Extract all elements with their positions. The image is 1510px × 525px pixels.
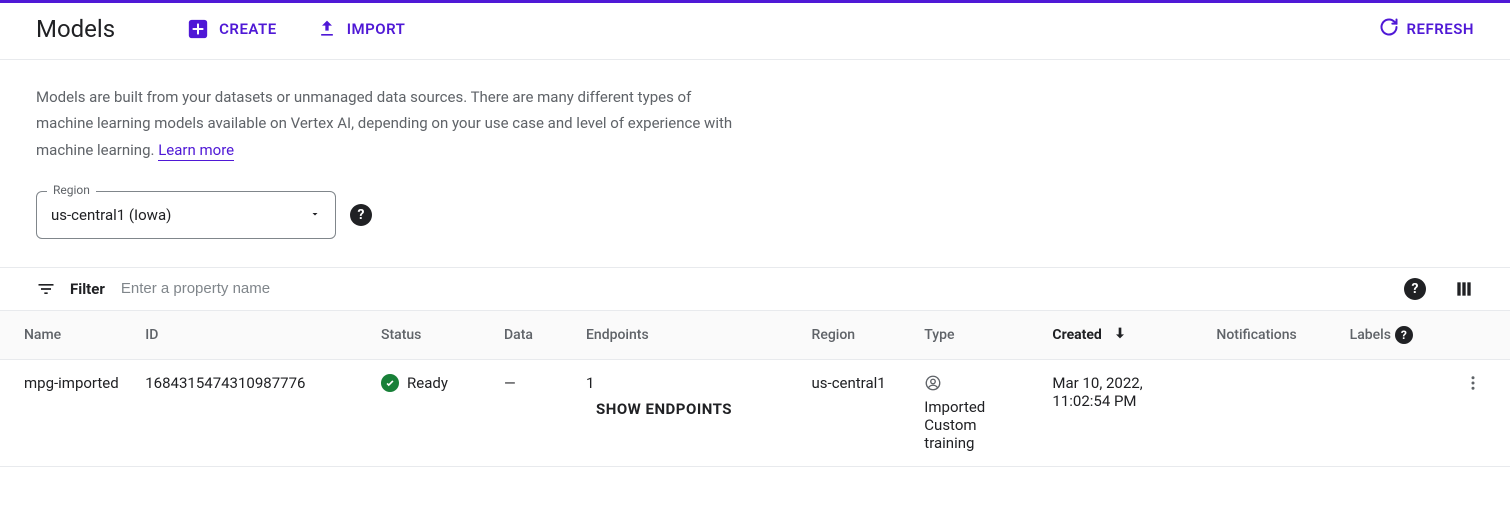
column-display-icon[interactable] xyxy=(1454,279,1474,299)
header-actions: CREATE IMPORT xyxy=(187,18,405,40)
status-text: Ready xyxy=(407,374,448,392)
filter-bar: Filter ? xyxy=(0,267,1510,311)
cell-region: us-central1 xyxy=(800,359,913,466)
filter-input[interactable] xyxy=(119,279,519,298)
models-table: Name ID Status Data Endpoints Region Typ… xyxy=(0,311,1510,467)
user-circle-icon xyxy=(924,374,942,392)
sort-descending-icon xyxy=(1112,325,1128,345)
col-status[interactable]: Status xyxy=(369,311,492,360)
cell-data: — xyxy=(492,359,574,466)
table-header-row: Name ID Status Data Endpoints Region Typ… xyxy=(0,311,1510,360)
cell-type: Imported Custom training xyxy=(912,359,1040,466)
body-section: Models are built from your datasets or u… xyxy=(0,60,1510,247)
cell-notifications xyxy=(1204,359,1337,466)
col-endpoints[interactable]: Endpoints xyxy=(574,311,800,360)
col-labels-label: Labels xyxy=(1350,327,1391,343)
cell-actions xyxy=(1450,359,1510,466)
region-value: us-central1 (Iowa) xyxy=(51,206,171,224)
learn-more-link[interactable]: Learn more xyxy=(158,141,234,161)
refresh-icon xyxy=(1379,17,1399,41)
page-title: Models xyxy=(36,15,115,43)
col-id[interactable]: ID xyxy=(133,311,369,360)
plus-box-icon xyxy=(187,18,209,40)
col-notifications[interactable]: Notifications xyxy=(1204,311,1337,360)
filter-help-icon[interactable]: ? xyxy=(1404,278,1426,300)
cell-created: Mar 10, 2022, 11:02:54 PM xyxy=(1040,359,1204,466)
col-labels[interactable]: Labels ? xyxy=(1338,311,1451,360)
status-ready-icon xyxy=(381,374,399,392)
col-created-label: Created xyxy=(1052,327,1101,343)
refresh-label: REFRESH xyxy=(1407,20,1475,38)
cell-status: Ready xyxy=(369,359,492,466)
more-actions-button[interactable] xyxy=(1464,374,1482,392)
import-label: IMPORT xyxy=(347,20,406,38)
col-created[interactable]: Created xyxy=(1040,311,1204,360)
endpoints-count: 1 xyxy=(586,374,788,392)
region-row: Region us-central1 (Iowa) ? xyxy=(36,191,1474,239)
region-field-label: Region xyxy=(47,183,96,197)
labels-help-icon[interactable]: ? xyxy=(1395,326,1413,344)
create-button[interactable]: CREATE xyxy=(187,18,277,40)
refresh-button[interactable]: REFRESH xyxy=(1379,17,1475,41)
col-data[interactable]: Data xyxy=(492,311,574,360)
col-region[interactable]: Region xyxy=(800,311,913,360)
create-label: CREATE xyxy=(219,20,277,38)
region-help-icon[interactable]: ? xyxy=(350,204,372,226)
page-header: Models CREATE IMPORT REFRESH xyxy=(0,3,1510,60)
filter-icon xyxy=(36,279,56,299)
cell-id: 1684315474310987776 xyxy=(133,359,369,466)
col-type[interactable]: Type xyxy=(912,311,1040,360)
filter-label: Filter xyxy=(70,280,105,298)
upload-icon xyxy=(317,19,337,39)
page-description: Models are built from your datasets or u… xyxy=(36,84,736,163)
show-endpoints-button[interactable]: SHOW ENDPOINTS xyxy=(586,400,732,418)
col-actions xyxy=(1450,311,1510,360)
region-select[interactable]: Region us-central1 (Iowa) xyxy=(36,191,336,239)
cell-name: mpg-imported xyxy=(0,359,133,466)
description-text: Models are built from your datasets or u… xyxy=(36,88,732,159)
chevron-down-icon xyxy=(309,206,321,224)
cell-endpoints: 1 SHOW ENDPOINTS xyxy=(574,359,800,466)
import-button[interactable]: IMPORT xyxy=(317,19,406,39)
table-row[interactable]: mpg-imported 1684315474310987776 Ready —… xyxy=(0,359,1510,466)
cell-labels xyxy=(1338,359,1451,466)
type-text: Imported Custom training xyxy=(924,398,1014,452)
col-name[interactable]: Name xyxy=(0,311,133,360)
